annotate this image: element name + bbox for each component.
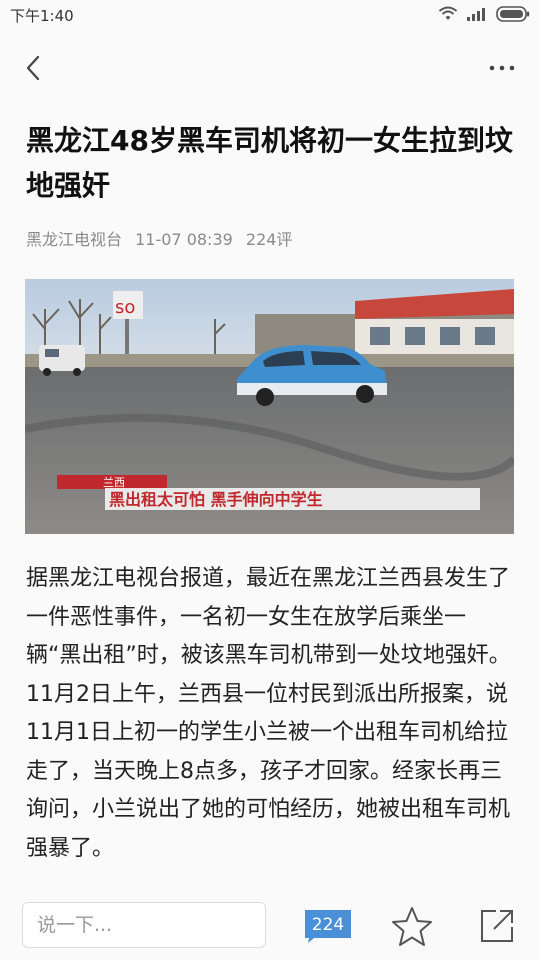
svg-text:so: so [115,297,135,318]
article-datetime: 11-07 08:39 [135,230,233,249]
signal-icon [467,8,485,21]
news-video-still: so 兰西 黑出租太可怕 黑手伸向中学生 [25,279,514,534]
article-title: 黑龙江48岁黑车司机将初一女生拉到坟地强奸 [26,124,513,202]
article-comment-count[interactable]: 224评 [246,230,293,249]
more-horizontal-icon [489,65,515,71]
status-bar: 下午1:40 [0,0,540,30]
article-image[interactable]: so 兰西 黑出租太可怕 黑手伸向中学生 [25,279,514,534]
article-source[interactable]: 黑龙江电视台 [26,230,122,249]
status-icons [438,6,530,22]
back-button[interactable] [18,48,54,88]
favorite-button[interactable] [390,905,434,949]
more-button[interactable] [482,48,522,88]
article-body: 据黑龙江电视台报道，最近在黑龙江兰西县发生了一件恶性事件，一名初一女生在放学后乘… [26,566,511,861]
status-time: 下午1:40 [10,7,74,25]
wifi-icon [438,6,458,20]
battery-icon [496,6,530,22]
share-icon [481,910,513,942]
comment-count-label: 224 [311,915,345,935]
bottom-bar: 224 [0,890,540,960]
article-meta: 黑龙江电视台 11-07 08:39 224评 [26,226,300,250]
comment-input[interactable] [22,902,266,948]
star-icon [392,907,432,946]
nav-bar [0,40,540,96]
caption-headline: 黑出租太可怕 黑手伸向中学生 [109,490,323,509]
comment-count-button[interactable]: 224 [304,909,352,943]
chevron-left-icon [26,55,40,81]
share-button[interactable] [476,905,518,947]
caption-tag: 兰西 [103,476,125,489]
